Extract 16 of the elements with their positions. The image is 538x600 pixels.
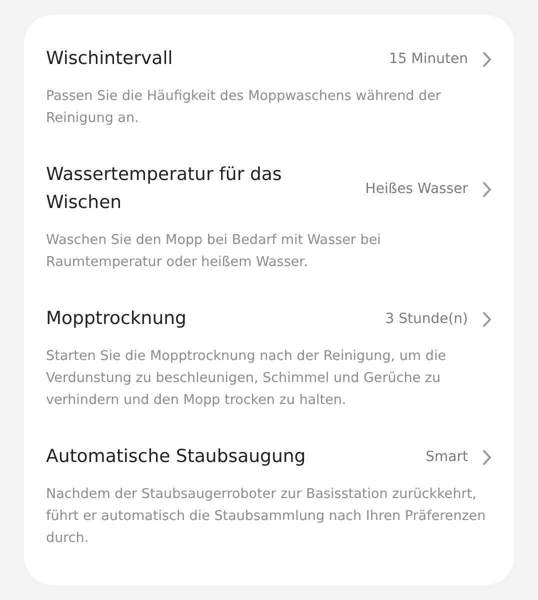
- setting-title: Automatische Staubsaugung: [46, 445, 307, 469]
- chevron-right-icon: [482, 50, 492, 68]
- chevron-right-icon: [482, 310, 492, 328]
- setting-title: Wischintervall: [46, 47, 174, 71]
- setting-description: Starten Sie die Mopptrocknung nach der Reinigung, um die Verdunstung zu beschleunigen, Schimmel und Gerüche zu verhindern und den Mopp trocken zu halten.: [46, 347, 447, 410]
- chevron-right-icon: [482, 180, 492, 198]
- chevron-right-icon: [482, 448, 492, 466]
- setting-value[interactable]: 15 Minuten: [389, 51, 468, 67]
- setting-description: Passen Sie die Häufigkeit des Moppwaschens während der Reinigung an.: [46, 87, 442, 128]
- setting-value[interactable]: 3 Stunde(n): [385, 311, 468, 327]
- setting-title: Wassertemperatur für das Wischen: [46, 163, 283, 215]
- setting-value[interactable]: Smart: [426, 449, 468, 465]
- setting-description: Nachdem der Staubsaugerroboter zur Basisstation zurückkehrt, führt er automatisch die Staubsammlung nach Ihren Präferenzen durch.: [46, 485, 487, 548]
- setting-value[interactable]: Heißes Wasser: [365, 181, 468, 197]
- setting-title: Mopptrocknung: [46, 307, 188, 331]
- setting-description: Waschen Sie den Mopp bei Bedarf mit Wasser bei Raumtemperatur oder heißem Wasser.: [46, 231, 382, 272]
